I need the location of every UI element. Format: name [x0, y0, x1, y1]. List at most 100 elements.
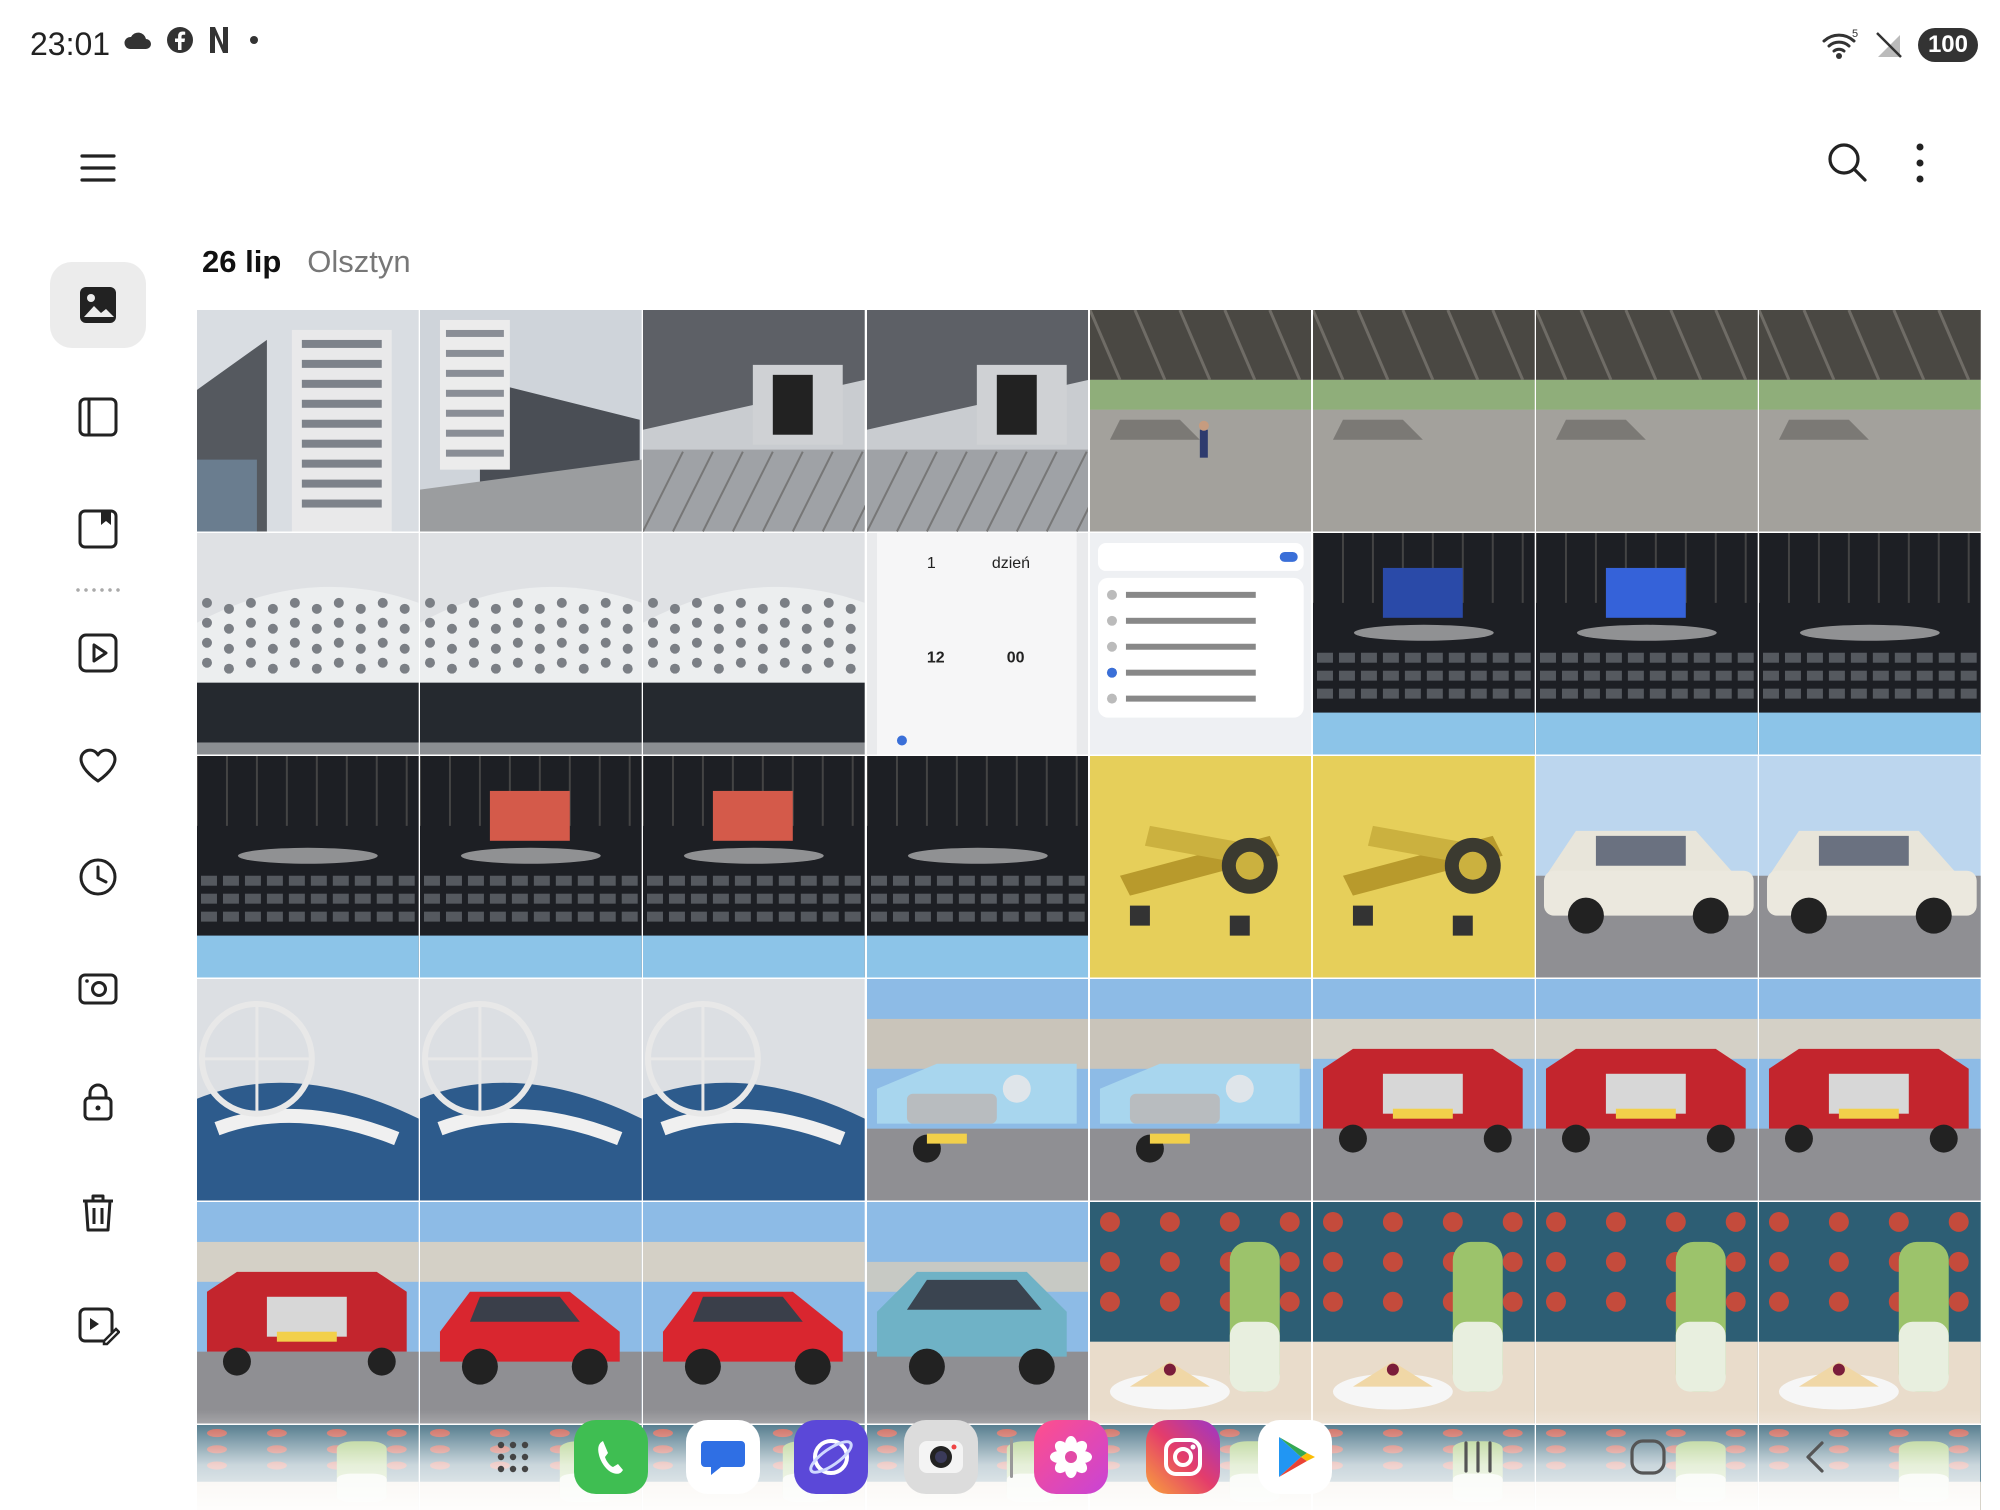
- rail-item-trash[interactable]: [50, 1170, 146, 1256]
- dock-divider: [1010, 1438, 1013, 1478]
- system-icons: 5 100: [1820, 28, 1978, 62]
- home-button[interactable]: [1618, 1424, 1678, 1490]
- photo-thumbnail[interactable]: [1536, 1202, 1758, 1424]
- albums-icon: [78, 397, 118, 437]
- rail-item-screenshots[interactable]: [50, 946, 146, 1032]
- battery-indicator: 100: [1917, 28, 1978, 62]
- recents-icon: [1464, 1441, 1492, 1473]
- recents-button[interactable]: [1448, 1424, 1508, 1490]
- more-options-button[interactable]: [1900, 135, 1940, 191]
- photo-thumbnail[interactable]: [1536, 533, 1758, 755]
- photo-thumbnail[interactable]: [420, 756, 642, 978]
- wifi-band-label: 5: [1852, 29, 1858, 40]
- gallery-app[interactable]: [1034, 1420, 1108, 1494]
- photo-thumbnail[interactable]: [643, 533, 866, 755]
- photo-thumbnail[interactable]: [420, 979, 642, 1201]
- internet-app[interactable]: [794, 1420, 868, 1494]
- photo-thumbnail[interactable]: [1313, 310, 1535, 532]
- rail-item-recent[interactable]: [50, 834, 146, 920]
- lock-icon: [83, 1083, 113, 1121]
- stories-icon: [78, 509, 118, 549]
- svg-text:dzień: dzień: [991, 555, 1029, 572]
- status-bar: 23:01 5 100: [0, 0, 2000, 90]
- messages-app[interactable]: [686, 1420, 760, 1494]
- photo-thumbnail[interactable]: [643, 979, 866, 1201]
- rail-divider: [74, 588, 122, 592]
- internet-icon: [809, 1439, 853, 1475]
- cloud-icon: [124, 32, 151, 49]
- photo-thumbnail[interactable]: [1089, 979, 1312, 1201]
- photo-thumbnail[interactable]: [197, 1202, 419, 1424]
- photo-thumbnail[interactable]: [866, 756, 1089, 978]
- clock-icon: [79, 858, 117, 896]
- home-icon: [1630, 1439, 1666, 1475]
- photo-thumbnail[interactable]: [643, 310, 866, 532]
- rail-item-stories[interactable]: [50, 486, 146, 572]
- back-icon: [1806, 1441, 1824, 1473]
- photo-thumbnail[interactable]: [1536, 979, 1758, 1201]
- photo-thumbnail[interactable]: 1 dzień 12 00: [866, 533, 1089, 755]
- apps-icon: [497, 1441, 529, 1473]
- photo-grid: 1 dzień 12 00: [197, 310, 1982, 1510]
- instagram-icon: [1164, 1438, 1202, 1476]
- photo-thumbnail[interactable]: [866, 979, 1089, 1201]
- photo-thumbnail[interactable]: [1089, 1202, 1312, 1424]
- rail-item-favorites[interactable]: [50, 722, 146, 808]
- notification-icons: [122, 26, 264, 54]
- photo-thumbnail[interactable]: [1759, 979, 1982, 1201]
- group-location: Olsztyn: [307, 244, 411, 279]
- wifi-icon: 5: [1822, 29, 1858, 59]
- photo-thumbnail[interactable]: [420, 1202, 642, 1424]
- photo-thumbnail[interactable]: [1313, 533, 1535, 755]
- photo-thumbnail[interactable]: [1759, 1202, 1982, 1424]
- trash-icon: [83, 1194, 113, 1232]
- photo-thumbnail[interactable]: [643, 756, 866, 978]
- photo-thumbnail[interactable]: [1759, 756, 1982, 978]
- photo-thumbnail[interactable]: [866, 1202, 1089, 1424]
- photo-thumbnail[interactable]: [420, 310, 642, 532]
- photo-thumbnail[interactable]: [1089, 756, 1312, 978]
- camera-app[interactable]: [904, 1420, 978, 1494]
- photo-thumbnail[interactable]: [1089, 310, 1312, 532]
- photo-thumbnail[interactable]: [1089, 533, 1312, 755]
- rail-item-edit[interactable]: [50, 1282, 146, 1368]
- photo-thumbnail[interactable]: [866, 310, 1089, 532]
- back-button[interactable]: [1786, 1424, 1846, 1490]
- status-time: 23:01: [30, 26, 111, 62]
- photo-thumbnail[interactable]: [420, 533, 642, 755]
- menu-button[interactable]: [70, 140, 126, 196]
- netflix-icon: [210, 27, 228, 53]
- rail-item-albums[interactable]: [50, 374, 146, 460]
- rail-item-videos[interactable]: [50, 610, 146, 696]
- search-button[interactable]: [1820, 135, 1876, 191]
- photo-thumbnail[interactable]: [1536, 310, 1758, 532]
- edit-video-icon: [78, 1307, 120, 1346]
- photo-thumbnail[interactable]: [1313, 979, 1535, 1201]
- heart-icon: [79, 748, 117, 783]
- rail-item-secure-folder[interactable]: [50, 1058, 146, 1144]
- no-signal-icon: [1876, 32, 1902, 58]
- rail-item-pictures[interactable]: [50, 262, 146, 348]
- photo-thumbnail[interactable]: [197, 756, 419, 978]
- play-store-icon: [1279, 1437, 1315, 1477]
- apps-button[interactable]: [476, 1420, 550, 1494]
- photo-thumbnail[interactable]: [643, 1202, 866, 1424]
- svg-text:12: 12: [927, 650, 945, 667]
- svg-text:1: 1: [927, 555, 936, 572]
- messages-icon: [701, 1441, 745, 1475]
- facebook-icon: [167, 27, 193, 53]
- photo-thumbnail[interactable]: [1536, 756, 1758, 978]
- gallery-icon: [1050, 1436, 1092, 1478]
- play-store-app[interactable]: [1258, 1420, 1332, 1494]
- photo-thumbnail[interactable]: [197, 310, 419, 532]
- photo-thumbnail[interactable]: [197, 533, 419, 755]
- photo-thumbnail[interactable]: [1759, 533, 1982, 755]
- photo-thumbnail[interactable]: [1313, 1202, 1535, 1424]
- instagram-app[interactable]: [1146, 1420, 1220, 1494]
- phone-app[interactable]: [574, 1420, 648, 1494]
- photo-thumbnail[interactable]: [1313, 756, 1535, 978]
- video-icon: [78, 633, 118, 673]
- photo-thumbnail[interactable]: [1759, 310, 1982, 532]
- pictures-icon: [80, 287, 116, 323]
- photo-thumbnail[interactable]: [197, 979, 419, 1201]
